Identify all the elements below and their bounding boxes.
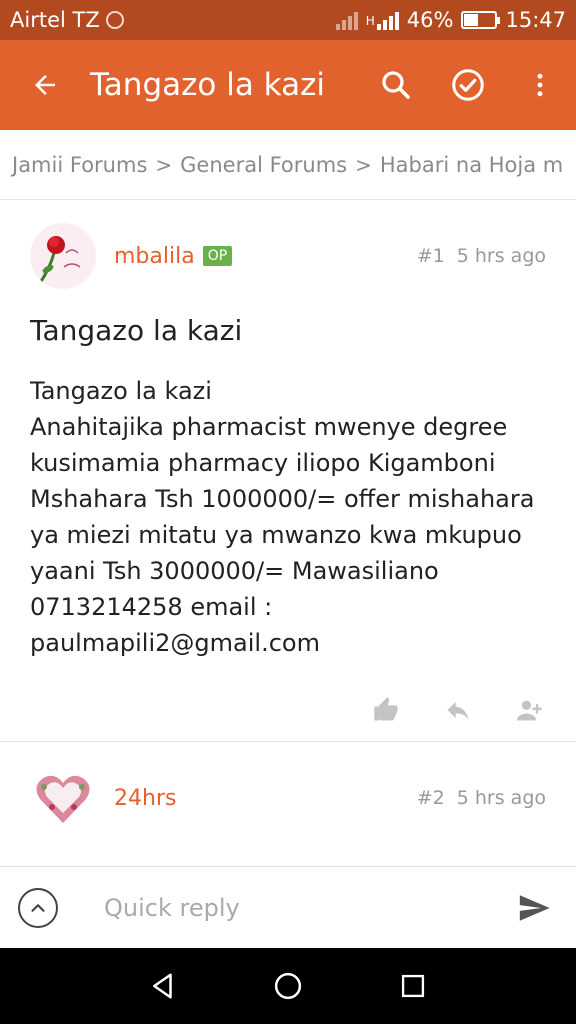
avatar[interactable] (30, 223, 96, 289)
send-icon (519, 894, 550, 921)
chevron-right-icon: > (155, 152, 173, 177)
check-circle-icon (452, 69, 484, 101)
post-number[interactable]: #2 (417, 787, 445, 809)
post-time: 5 hrs ago (456, 245, 546, 267)
breadcrumb: Jamii Forums > General Forums > Habari n… (0, 130, 576, 200)
signal-icon (376, 10, 399, 30)
expand-reply-button[interactable] (18, 887, 58, 928)
battery-percent: 46% (406, 8, 454, 32)
reply-button[interactable] (440, 695, 476, 725)
post-header: 24hrs #2 5 hrs ago (0, 758, 576, 838)
post-actions (0, 695, 576, 725)
back-arrow-icon (35, 75, 55, 95)
mark-read-button[interactable] (432, 40, 504, 130)
username[interactable]: 24hrs (114, 786, 176, 811)
battery-icon (461, 11, 501, 29)
follow-user-button[interactable] (512, 695, 548, 725)
more-vert-icon (537, 73, 543, 97)
more-options-button[interactable] (504, 40, 576, 130)
circle-home-icon (274, 972, 302, 1000)
post-title: Tangazo la kazi (30, 314, 243, 347)
post-header: mbalila OP #1 5 hrs ago (0, 216, 576, 296)
op-badge: OP (202, 246, 233, 266)
breadcrumb-item-habari-na-hoja[interactable]: Habari na Hoja m (380, 153, 563, 177)
system-nav-bar (0, 948, 576, 1024)
clock: 15:47 (505, 8, 566, 32)
post-meta: #1 5 hrs ago (417, 245, 546, 267)
nav-recents-button[interactable] (383, 956, 443, 1016)
reply-icon (447, 701, 469, 720)
page-title: Tangazo la kazi (90, 67, 325, 103)
send-button[interactable] (510, 884, 558, 932)
status-icons: H 46% 15:47 (335, 8, 566, 32)
network-type-label: H (365, 14, 375, 28)
breadcrumb-item-jamii-forums[interactable]: Jamii Forums (12, 153, 147, 177)
post-body: Tangazo la kazi Anahitajika pharmacist m… (30, 377, 535, 657)
heart-wreath-avatar-image (30, 765, 96, 831)
whatsapp-notification-icon (105, 11, 124, 29)
post-2: 24hrs #2 5 hrs ago (0, 758, 576, 838)
post-1: mbalila OP #1 5 hrs ago Tangazo la kazi … (0, 216, 576, 725)
nav-home-button[interactable] (258, 956, 318, 1016)
post-meta: #2 5 hrs ago (417, 787, 546, 809)
post-number[interactable]: #1 (417, 245, 445, 267)
like-button[interactable] (368, 695, 404, 725)
square-recents-icon (402, 974, 425, 998)
carrier-name: Airtel TZ (10, 8, 100, 32)
carrier-info: Airtel TZ (10, 8, 124, 32)
app-bar: Tangazo la kazi (0, 40, 576, 130)
like-icon (374, 697, 398, 721)
post-divider (0, 741, 576, 742)
search-icon (382, 71, 410, 99)
avatar[interactable] (30, 765, 96, 831)
rose-avatar-image (30, 223, 96, 289)
quick-reply-bar: Quick reply (0, 866, 576, 948)
nav-back-button[interactable] (133, 956, 193, 1016)
back-button[interactable] (0, 40, 90, 130)
no-sim-signal-icon (335, 10, 358, 30)
chevron-up-icon (31, 903, 45, 912)
post-time: 5 hrs ago (456, 787, 546, 809)
battery-level (464, 14, 479, 26)
search-button[interactable] (360, 40, 432, 130)
status-bar: Airtel TZ H 46% 15:47 (0, 0, 576, 40)
breadcrumb-item-general-forums[interactable]: General Forums (180, 153, 347, 177)
follow-user-icon (517, 700, 542, 721)
quick-reply-input[interactable]: Quick reply (104, 894, 510, 922)
triangle-back-icon (152, 973, 172, 999)
chevron-right-icon: > (355, 152, 372, 177)
username[interactable]: mbalila (114, 244, 195, 269)
